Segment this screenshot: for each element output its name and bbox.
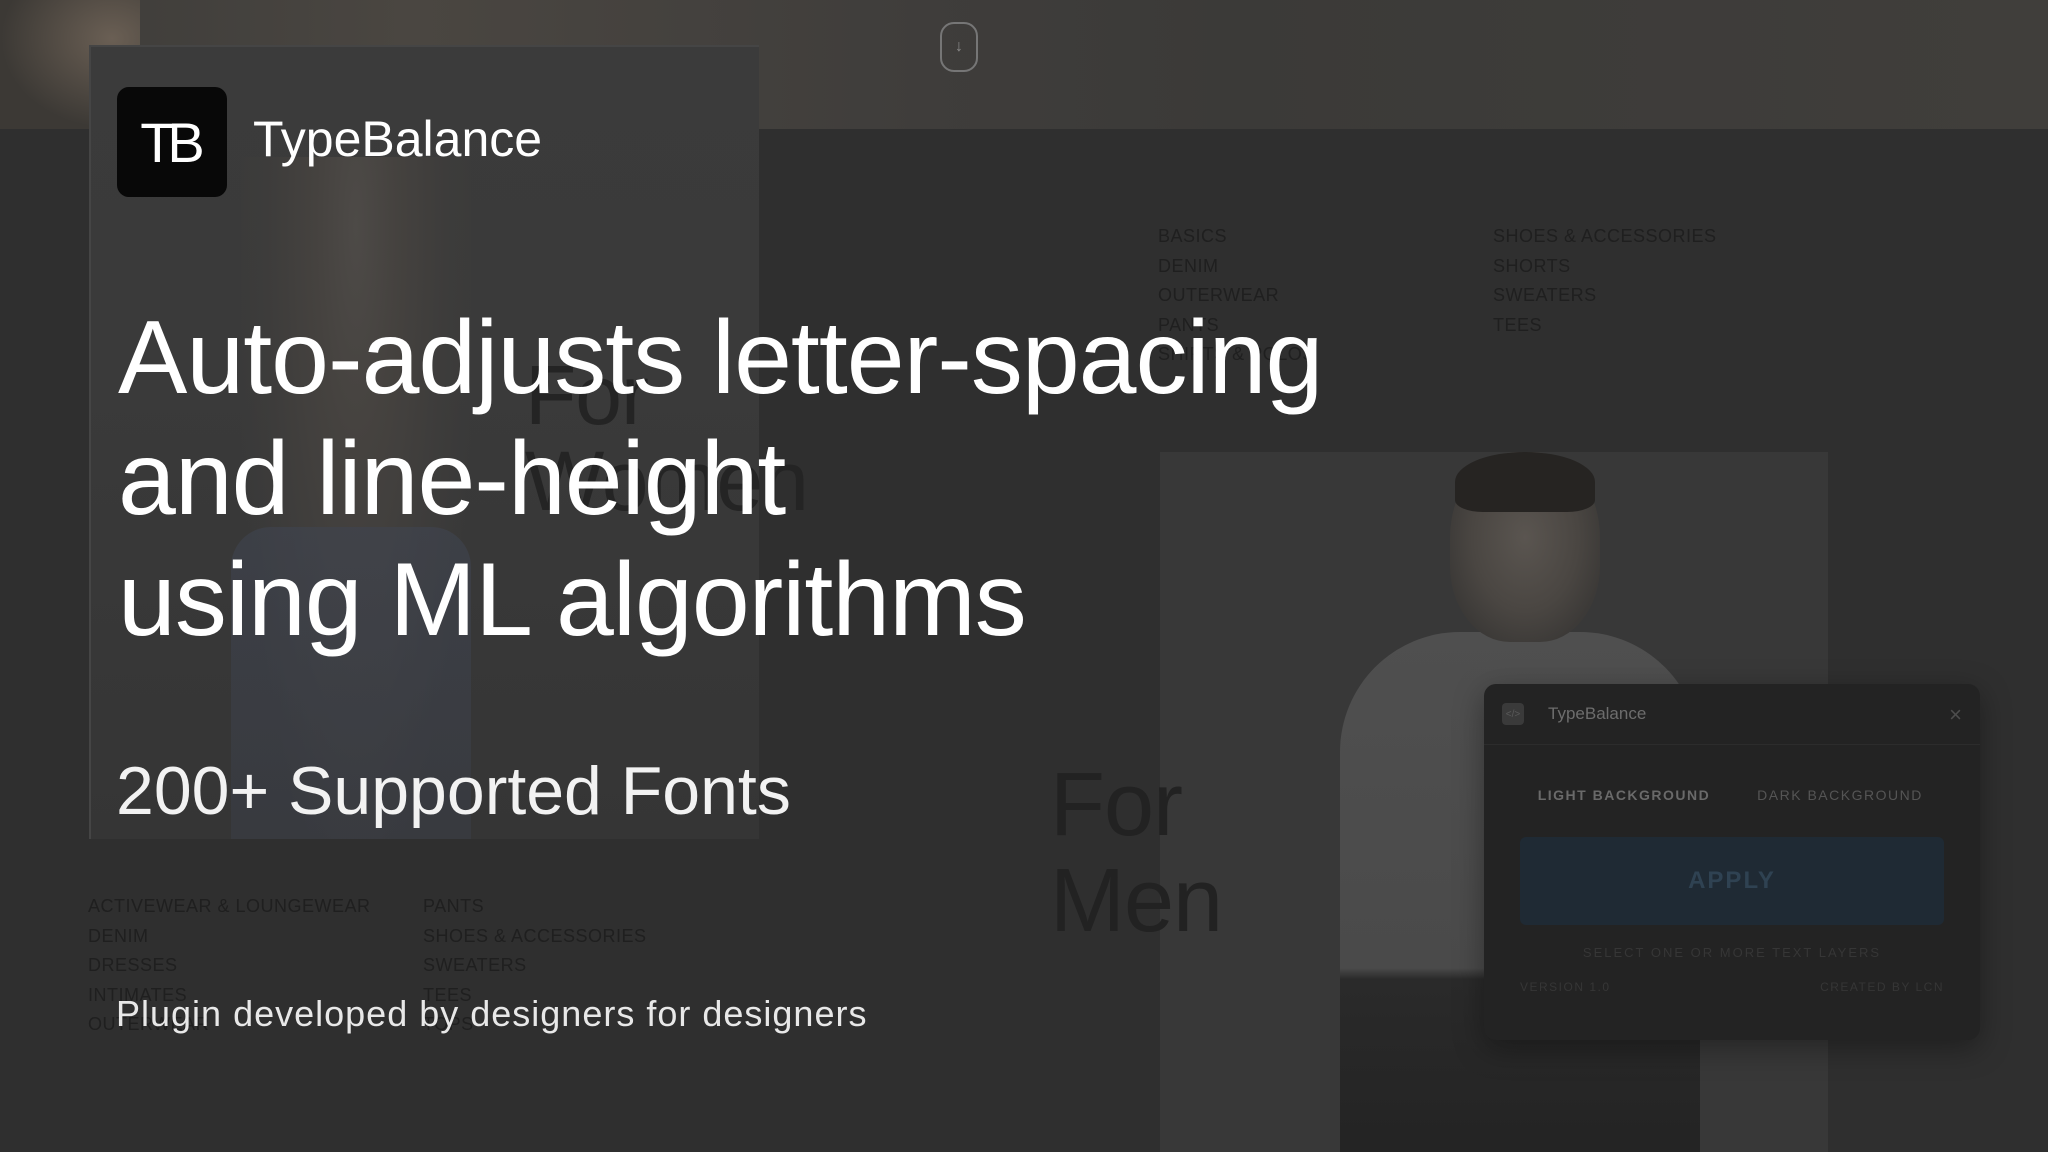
category-link[interactable]: SHOES & ACCESSORIES	[423, 922, 647, 952]
brand-logo: TB	[117, 87, 227, 197]
supported-fonts-text: 200+ Supported Fonts	[116, 753, 791, 829]
category-link[interactable]: SHOES & ACCESSORIES	[1493, 222, 1717, 252]
category-link[interactable]: TEES	[1493, 311, 1717, 341]
arrow-down-icon: ↓	[955, 38, 963, 55]
plugin-header: </> TypeBalance ×	[1484, 684, 1980, 745]
tagline: Plugin developed by designers for design…	[116, 993, 868, 1034]
apply-button[interactable]: APPLY	[1520, 837, 1944, 925]
headline: Auto-adjusts letter-spacing and line-hei…	[118, 298, 1323, 661]
men-heading-line-1: For	[1050, 755, 1183, 855]
credit-link[interactable]: CREATED BY LCN	[1820, 980, 1944, 994]
background-tabs: LIGHT BACKGROUND DARK BACKGROUND	[1484, 779, 1980, 811]
category-link[interactable]: BASICS	[1158, 222, 1315, 252]
category-link[interactable]: SWEATERS	[423, 951, 647, 981]
plugin-footer: VERSION 1.0 CREATED BY LCN	[1484, 980, 1980, 994]
category-link[interactable]: DENIM	[88, 922, 371, 952]
category-link[interactable]: PANTS	[423, 892, 647, 922]
men-heading-line-2: Men	[1050, 851, 1223, 951]
headline-line-1: Auto-adjusts letter-spacing	[118, 300, 1323, 416]
top-category-list-2: SHOES & ACCESSORIES SHORTS SWEATERS TEES	[1493, 222, 1717, 340]
headline-line-3: using ML algorithms	[118, 542, 1027, 658]
plugin-hint: SELECT ONE OR MORE TEXT LAYERS	[1582, 945, 1882, 960]
category-link[interactable]: DENIM	[1158, 252, 1315, 282]
close-icon[interactable]: ×	[1949, 702, 1962, 728]
tab-dark-background[interactable]: DARK BACKGROUND	[1732, 779, 1948, 811]
category-link[interactable]: SHORTS	[1493, 252, 1717, 282]
logo-text: TB	[140, 110, 205, 174]
category-link[interactable]: ACTIVEWEAR & LOUNGEWEAR	[88, 892, 371, 922]
brand-name: TypeBalance	[253, 111, 543, 167]
tab-light-background[interactable]: LIGHT BACKGROUND	[1516, 779, 1732, 811]
code-icon: </>	[1502, 703, 1524, 725]
men-heading: For Men	[1050, 755, 1223, 951]
category-link[interactable]: DRESSES	[88, 951, 371, 981]
man-hair	[1455, 452, 1595, 512]
version-label: VERSION 1.0	[1520, 980, 1611, 994]
plugin-panel: </> TypeBalance × LIGHT BACKGROUND DARK …	[1484, 684, 1980, 1040]
category-link[interactable]: SWEATERS	[1493, 281, 1717, 311]
scroll-down-button[interactable]: ↓	[940, 22, 978, 72]
headline-line-2: and line-height	[118, 421, 786, 537]
plugin-title: TypeBalance	[1548, 704, 1647, 723]
